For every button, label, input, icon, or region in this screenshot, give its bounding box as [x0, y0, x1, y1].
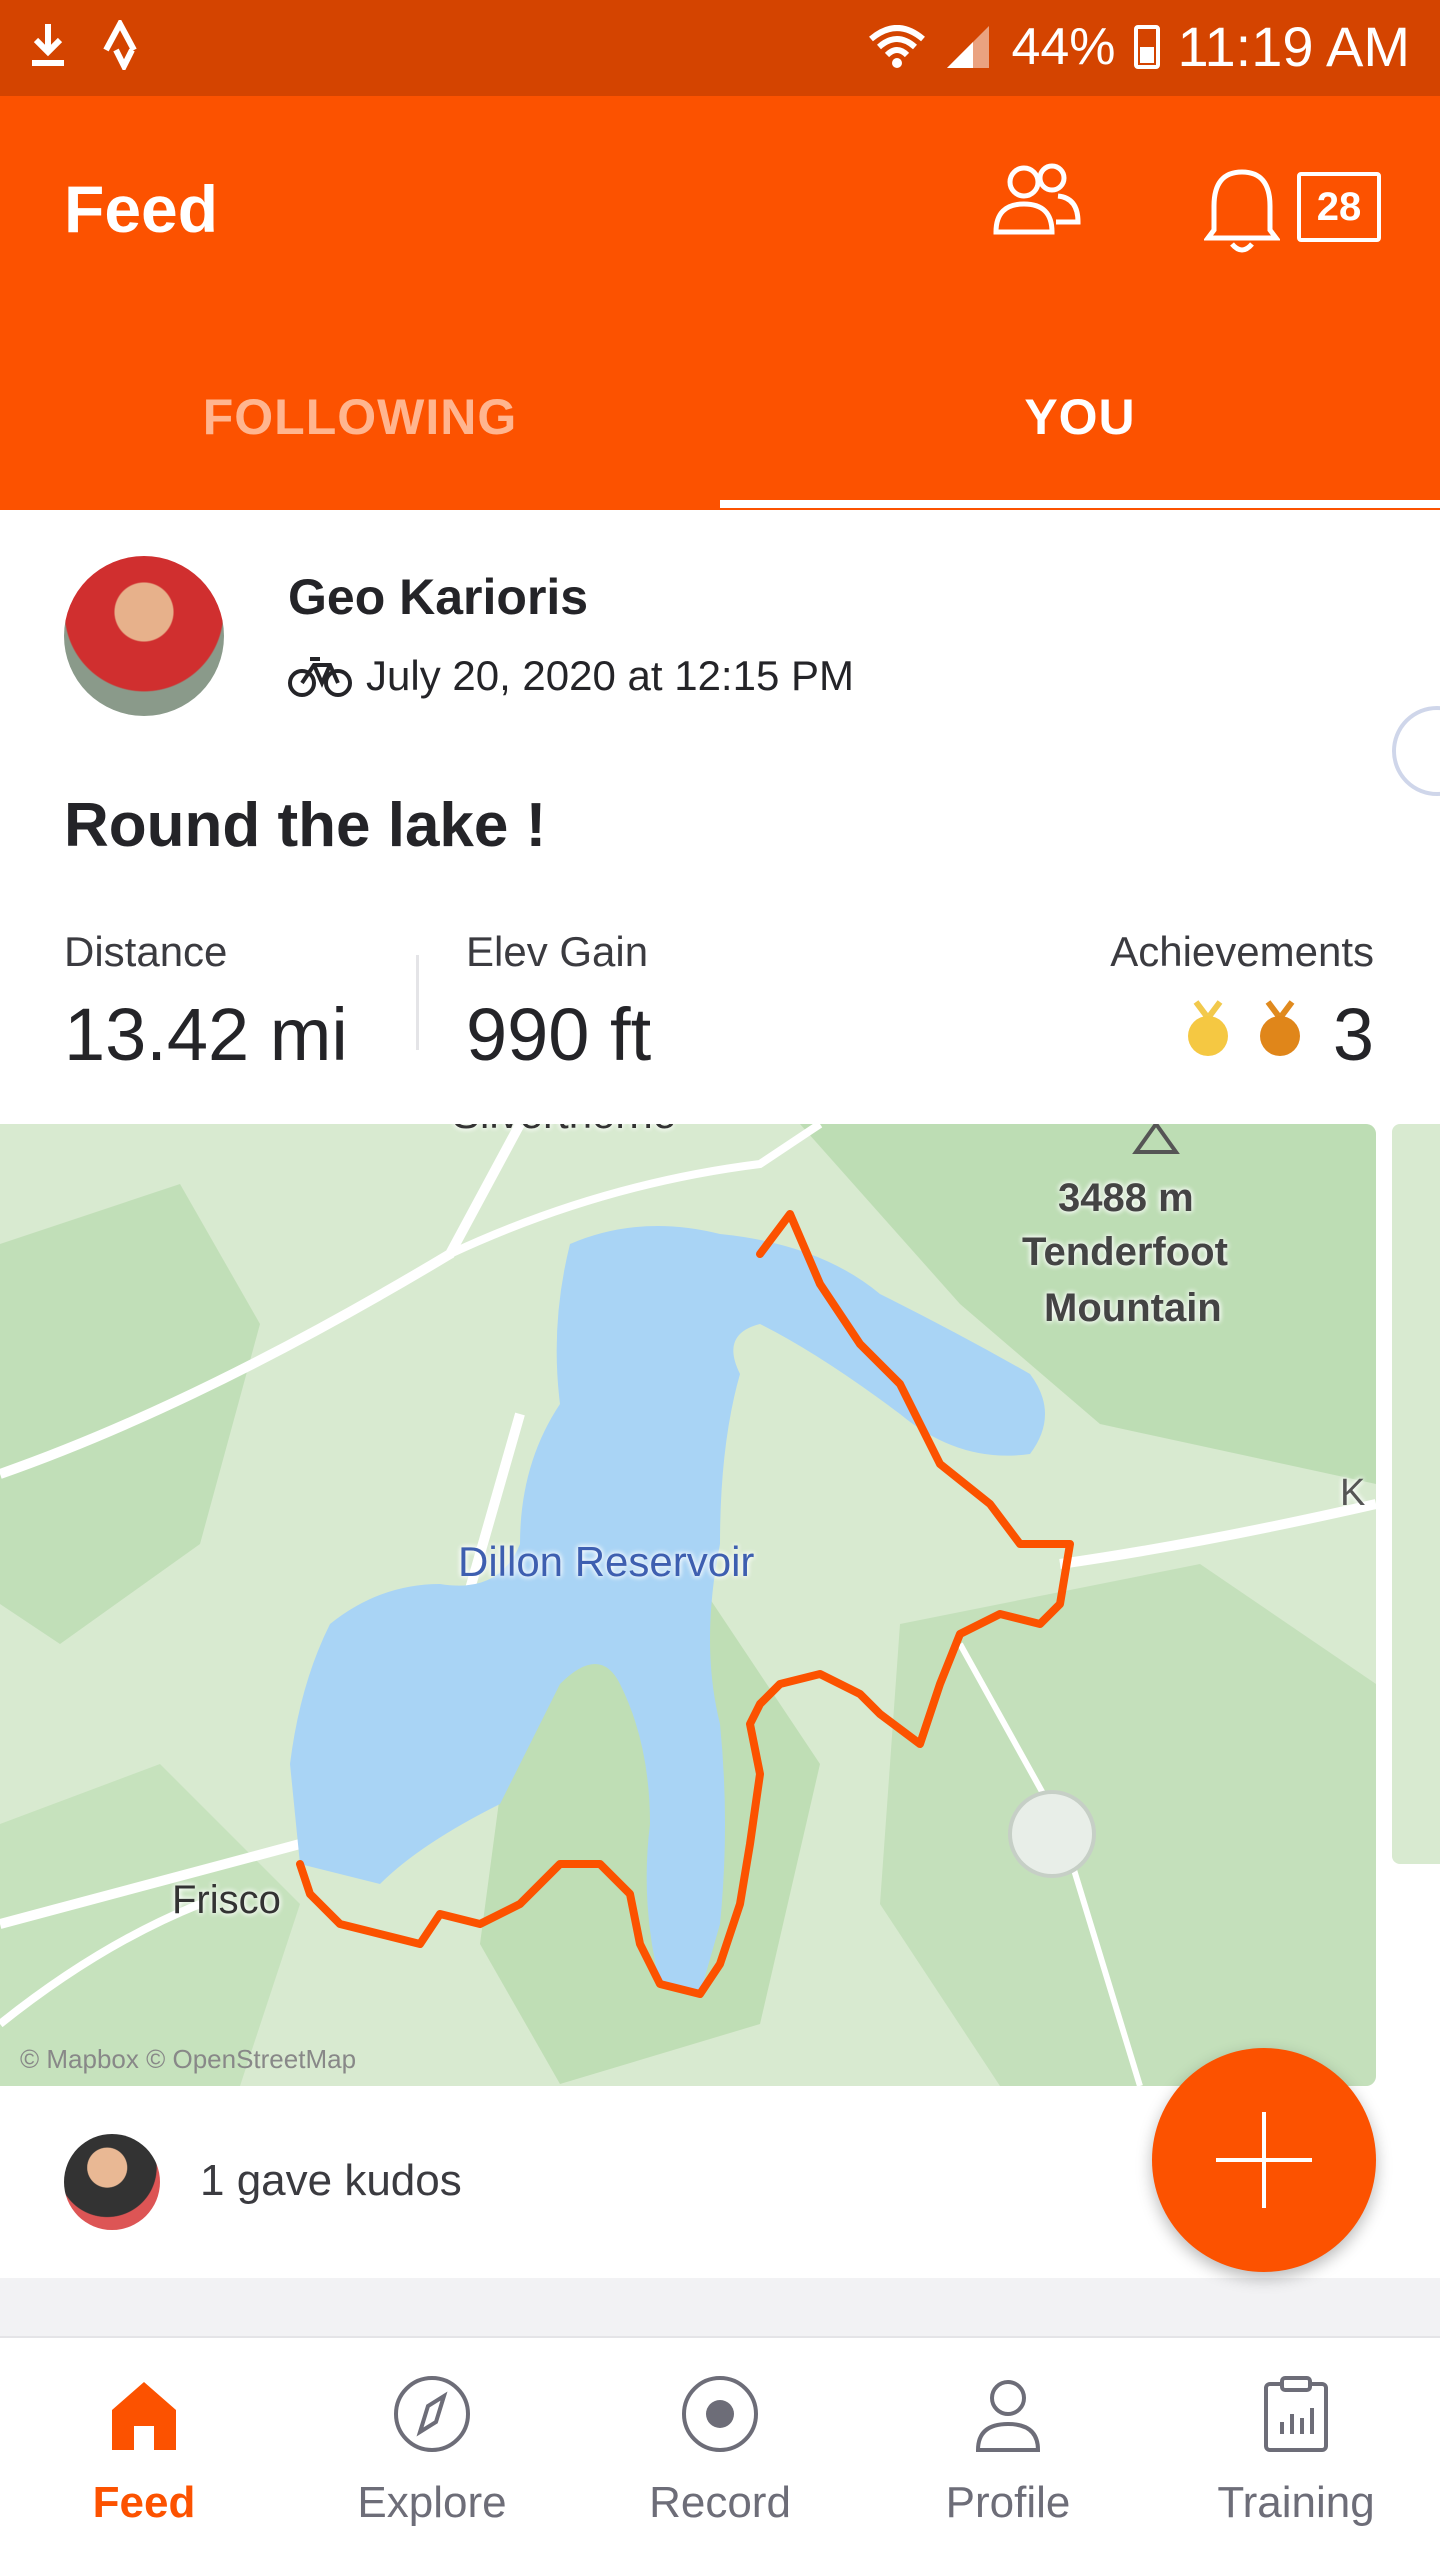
map-label-town-top: Silverthorne: [452, 1124, 676, 1138]
distance-value: 13.42 mi: [64, 993, 348, 1076]
bike-icon: [288, 657, 352, 697]
nav-profile[interactable]: Profile: [864, 2338, 1152, 2560]
elev-gain-label: Elev Gain: [466, 928, 649, 975]
battery-icon: [1133, 24, 1160, 69]
record-icon: [682, 2376, 758, 2452]
download-icon: [32, 24, 64, 66]
athlete-avatar[interactable]: [64, 556, 224, 716]
tab-selected-indicator: [720, 500, 1440, 508]
achievements-count: 3: [1332, 993, 1374, 1076]
app-header: Feed 28 FOLLOWING YOU: [0, 96, 1440, 510]
nav-explore-label: Explore: [357, 2478, 507, 2527]
map-label-peak-name-1: Tenderfoot: [1022, 1230, 1228, 1274]
activity-meta: July 20, 2020 at 12:15 PM: [288, 652, 854, 700]
elev-gain-value: 990 ft: [466, 993, 652, 1076]
nav-record-label: Record: [649, 2478, 791, 2527]
strava-logo-icon: [103, 20, 137, 70]
nav-explore[interactable]: Explore: [288, 2338, 576, 2560]
map-label-peak-elevation: 3488 m: [1058, 1176, 1194, 1220]
athlete-name[interactable]: Geo Karioris: [288, 568, 588, 626]
nav-training-label: Training: [1217, 2478, 1375, 2527]
add-activity-button[interactable]: [1152, 2048, 1376, 2272]
page-title: Feed: [64, 172, 219, 246]
status-bar: 44% 11:19 AM: [0, 0, 1440, 96]
wifi-icon: [869, 24, 926, 68]
nav-record[interactable]: Record: [576, 2338, 864, 2560]
next-card-strip: [0, 2278, 1440, 2336]
bottom-nav: Feed Explore Record Profile Training: [0, 2336, 1440, 2560]
map-label-town-left: Frisco: [172, 1878, 281, 1922]
nav-feed-label: Feed: [92, 2478, 196, 2527]
nav-feed[interactable]: Feed: [0, 2338, 288, 2560]
nav-profile-label: Profile: [945, 2478, 1071, 2527]
kudos-avatar[interactable]: [64, 2134, 160, 2230]
next-card-avatar-ring: [1392, 706, 1440, 796]
home-icon: [112, 2382, 176, 2450]
notifications-count-badge[interactable]: 28: [1297, 172, 1381, 242]
tab-following[interactable]: FOLLOWING: [0, 388, 720, 446]
map-attribution: © Mapbox © OpenStreetMap: [20, 2044, 357, 2074]
person-icon: [975, 2380, 1041, 2452]
notifications-bell-icon[interactable]: [1204, 166, 1280, 254]
map-label-lake: Dillon Reservoir: [458, 1538, 755, 1585]
stat-divider: [416, 955, 419, 1050]
bronze-medal-icon: [1260, 1000, 1300, 1056]
achievements-label: Achievements: [1110, 928, 1374, 975]
nav-training[interactable]: Training: [1152, 2338, 1440, 2560]
activity-title[interactable]: Round the lake !: [64, 790, 546, 861]
map-label-peak-name-2: Mountain: [1044, 1286, 1222, 1330]
route-map[interactable]: Silverthorne 3488 m Tenderfoot Mountain …: [0, 1124, 1376, 2086]
next-photo-peek[interactable]: [1392, 1124, 1440, 1864]
kudos-text[interactable]: 1 gave kudos: [200, 2156, 462, 2206]
map-label-edge: K: [1340, 1472, 1366, 1514]
cell-signal-icon: [947, 25, 990, 68]
compass-icon: [394, 2376, 470, 2452]
gold-medal-icon: [1188, 1000, 1228, 1056]
tab-you[interactable]: YOU: [720, 388, 1440, 446]
battery-percent: 44%: [1011, 17, 1116, 76]
activity-date: July 20, 2020 at 12:15 PM: [366, 652, 854, 699]
distance-label: Distance: [64, 928, 228, 975]
find-friends-icon[interactable]: [990, 160, 1082, 240]
clipboard-chart-icon: [1264, 2376, 1328, 2452]
clock: 11:19 AM: [1177, 15, 1410, 78]
